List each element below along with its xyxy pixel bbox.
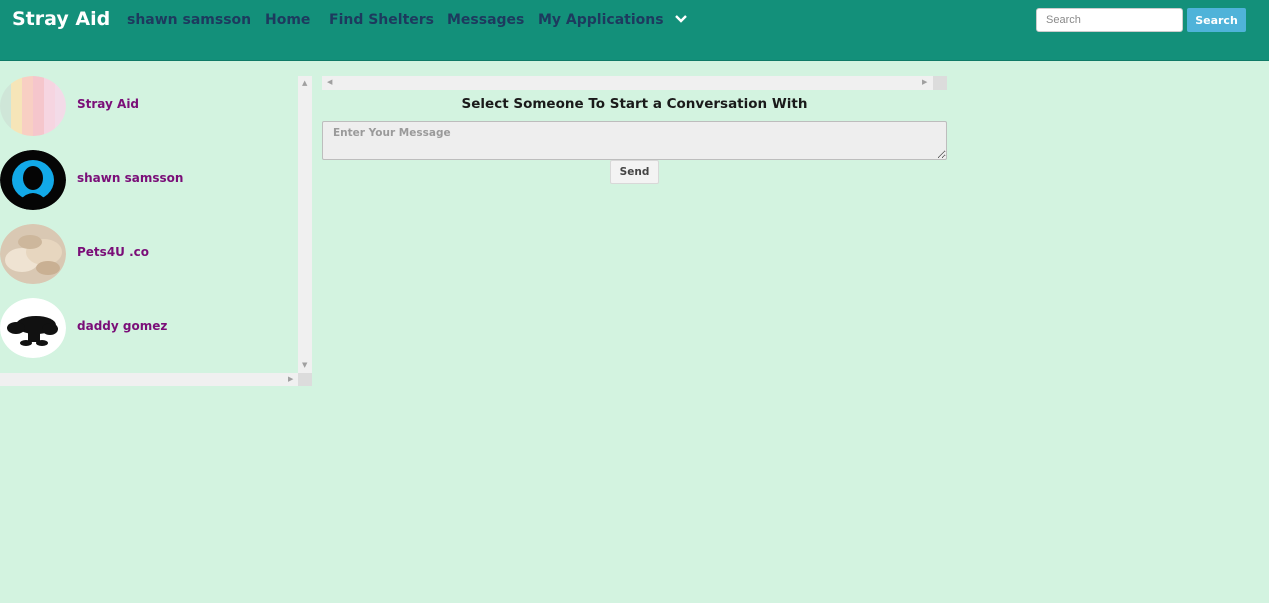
- scrollbar-corner: [298, 373, 312, 386]
- contact-item[interactable]: Pets4U .co: [0, 224, 298, 284]
- contact-list: Stray Aid shawn samsson Pets4U .co daddy…: [0, 76, 298, 373]
- pastel-stripes-avatar: [0, 76, 66, 136]
- navbar: Stray Aid shawn samsson Home Find Shelte…: [0, 0, 1269, 61]
- scroll-up-icon[interactable]: ▲: [302, 80, 307, 87]
- conversation-horizontal-scrollbar[interactable]: ◀ ▶: [322, 76, 933, 90]
- contact-name: shawn samsson: [77, 171, 184, 185]
- nav-link-messages[interactable]: Messages: [447, 12, 524, 28]
- sleeping-pet-photo-avatar: [0, 224, 66, 284]
- scrollbar-corner: [933, 76, 947, 90]
- contact-item[interactable]: daddy gomez: [0, 298, 298, 358]
- send-button[interactable]: Send: [610, 160, 659, 184]
- contact-item[interactable]: shawn samsson: [0, 150, 298, 210]
- contact-name: Stray Aid: [77, 97, 140, 111]
- dog-silhouette-avatar: [0, 298, 66, 358]
- search-button[interactable]: Search: [1187, 8, 1246, 32]
- contacts-panel: Stray Aid shawn samsson Pets4U .co daddy…: [0, 76, 312, 386]
- contact-name: daddy gomez: [77, 319, 168, 333]
- contact-item[interactable]: Stray Aid: [0, 76, 298, 136]
- scroll-right-icon[interactable]: ▶: [288, 376, 293, 383]
- contact-name: Pets4U .co: [77, 245, 149, 259]
- scroll-down-icon[interactable]: ▼: [302, 362, 307, 369]
- message-input[interactable]: [322, 121, 947, 160]
- nav-link-profile[interactable]: shawn samsson: [127, 12, 251, 28]
- contacts-vertical-scrollbar[interactable]: ▲ ▼: [298, 76, 312, 373]
- search-input[interactable]: [1036, 8, 1183, 32]
- nav-link-find-shelters[interactable]: Find Shelters: [329, 12, 434, 28]
- conversation-title: Select Someone To Start a Conversation W…: [461, 96, 808, 112]
- nav-link-home[interactable]: Home: [265, 12, 310, 28]
- chevron-down-icon[interactable]: [674, 13, 688, 25]
- scroll-right-icon[interactable]: ▶: [922, 79, 927, 86]
- nav-link-my-applications[interactable]: My Applications: [538, 12, 664, 28]
- contacts-horizontal-scrollbar[interactable]: ▶: [0, 373, 298, 386]
- scroll-left-icon[interactable]: ◀: [327, 79, 332, 86]
- person-silhouette-avatar: [0, 150, 66, 210]
- brand-logo[interactable]: Stray Aid: [12, 8, 110, 30]
